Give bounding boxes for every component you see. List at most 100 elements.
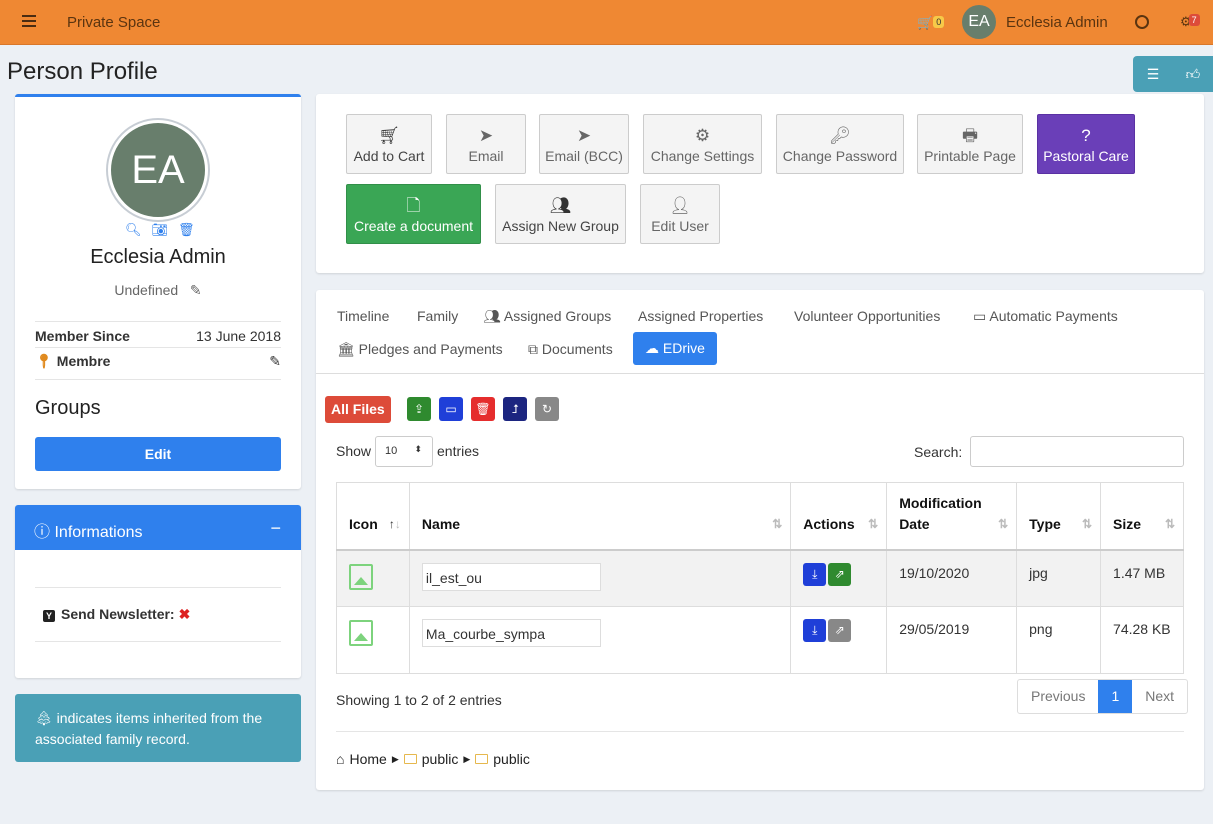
tab-documents-label: Documents (541, 341, 613, 357)
show-label: Show (336, 443, 372, 459)
create-document-button[interactable]: 🗋︎ Create a document (346, 184, 481, 244)
cross-icon: ✖ (178, 606, 191, 622)
new-folder-icon[interactable]: ▭ (439, 397, 463, 421)
notifications-button[interactable]: ⚙7 (1180, 14, 1203, 30)
tab-automatic-payments[interactable]: ▭ Automatic Payments (973, 308, 1118, 325)
pastoral-care-button[interactable]: ? Pastoral Care (1037, 114, 1135, 174)
copy-icon: ⧉ (528, 341, 538, 357)
collapse-icon[interactable]: − (270, 518, 281, 539)
tab-documents[interactable]: ⧉ Documents (528, 341, 613, 358)
all-files-button[interactable]: All Files (325, 396, 391, 423)
edit-groups-button[interactable]: Edit (35, 437, 281, 471)
file-type: png (1016, 605, 1102, 674)
classification: Undefined ✎ (15, 282, 301, 299)
tab-family[interactable]: Family (417, 308, 458, 324)
actions-card: 🛒︎ Add to Cart ➤ Email ➤ Email (BCC) ⚙ Chang… (316, 94, 1204, 273)
table-summary: Showing 1 to 2 of 2 entries (336, 692, 502, 708)
user-name-menu[interactable]: Ecclesia Admin (1006, 14, 1108, 31)
previous-button[interactable]: Previous (1018, 680, 1098, 713)
col-type[interactable]: Type ⇅ (1016, 482, 1102, 551)
col-icon[interactable]: Icon ↑↓ (336, 482, 410, 551)
top-navbar: Private Space 🛒 0 EA Ecclesia Admin ⚙7 (0, 0, 1213, 45)
page-size-select[interactable]: 10 ⬍ (375, 436, 433, 467)
col-modified[interactable]: Modification Date ⇅ (886, 482, 1018, 551)
col-size-label: Size (1113, 515, 1142, 532)
refresh-icon[interactable]: ↻ (535, 397, 559, 421)
zoom-photo-icon[interactable]: 🔍︎ (125, 222, 142, 238)
callout-text: indicates items inherited from the assoc… (35, 710, 263, 747)
share-icon[interactable]: ⇗ (828, 562, 852, 586)
edit-classification-icon[interactable]: ✎ (190, 282, 202, 298)
col-size[interactable]: Size ⇅ (1100, 482, 1184, 551)
assign-new-group-button[interactable]: 👥︎ Assign New Group (495, 184, 626, 244)
tab-timeline[interactable]: Timeline (337, 308, 389, 324)
change-password-button[interactable]: 🔑︎ Change Password (776, 114, 904, 174)
role-label: Membre (56, 353, 111, 369)
edit-user-button[interactable]: 👤︎ Edit User (640, 184, 720, 244)
brand-label[interactable]: Private Space (67, 14, 160, 31)
list-view-icon[interactable]: ☰ (1133, 56, 1173, 92)
member-since-value: 13 June 2018 (196, 328, 281, 344)
breadcrumb-home[interactable]: Home (349, 751, 386, 767)
credit-card-icon: ▭ (973, 308, 987, 324)
edit-role-icon[interactable]: ✎ (269, 353, 281, 370)
newsletter-row: Y Send Newsletter: ✖ (43, 606, 190, 623)
cart-button[interactable]: 🛒 0 (917, 15, 945, 31)
share-icon[interactable]: ⇗ (828, 618, 852, 642)
email-bcc-button[interactable]: ➤ Email (BCC) (539, 114, 629, 174)
trash-icon[interactable]: 🗑︎ (178, 222, 195, 238)
download-icon[interactable]: ⤓ (803, 618, 827, 642)
breadcrumb-folder-2[interactable]: public (493, 751, 530, 767)
camera-icon[interactable]: 📷︎ (152, 222, 169, 238)
folder-up-icon[interactable]: ⮥ (503, 397, 527, 421)
newsletter-y-icon: Y (43, 610, 55, 622)
print-icon: 🖶︎ (961, 126, 979, 145)
file-name-field[interactable]: Ma_courbe_sympa (421, 618, 601, 647)
menu-toggle-icon[interactable] (22, 15, 36, 27)
tab-assigned-groups-label: Assigned Groups (503, 308, 612, 324)
paper-plane-icon: ➤ (576, 126, 592, 145)
paper-plane-icon: ➤ (478, 126, 494, 145)
file-name-field[interactable]: il_est_ou (421, 562, 601, 591)
page-size-value: 10 (385, 445, 398, 457)
search-input[interactable] (970, 436, 1184, 467)
breadcrumb-folder-1[interactable]: public (422, 751, 459, 767)
change-settings-button[interactable]: ⚙ Change Settings (643, 114, 762, 174)
caret-right-icon: ▶ (391, 753, 399, 764)
tab-edrive[interactable]: ☁ EDrive (633, 332, 717, 365)
key-icon: 🔑︎ (829, 126, 851, 145)
informations-header[interactable]: ⓘ Informations − (15, 505, 301, 550)
entries-label: entries (437, 443, 480, 459)
printable-page-button[interactable]: 🖶︎ Printable Page (917, 114, 1023, 174)
next-button[interactable]: Next (1132, 680, 1187, 713)
tab-assigned-groups[interactable]: 👥︎ Assigned Groups (483, 308, 611, 325)
tab-pledges[interactable]: 🏛︎ Pledges and Payments (337, 341, 503, 358)
add-to-cart-button[interactable]: 🛒︎ Add to Cart (346, 114, 432, 174)
delete-trash-icon[interactable]: 🗑︎ (471, 397, 495, 421)
col-modified-label: Modification Date (899, 494, 982, 532)
users-icon: 👥︎ (483, 308, 501, 324)
image-file-icon[interactable] (349, 563, 373, 590)
member-since-label: Member Since (35, 328, 130, 344)
help-lifebuoy-icon[interactable] (1135, 15, 1149, 29)
image-file-icon[interactable] (349, 619, 373, 646)
user-avatar[interactable]: EA (962, 5, 996, 39)
cart-plus-icon: 🛒︎ (378, 126, 400, 145)
col-name[interactable]: Name ⇅ (408, 482, 792, 551)
cart-icon: 🛒 (917, 15, 934, 30)
col-name-label: Name (421, 515, 461, 532)
cloud-icon: ☁ (645, 340, 659, 356)
download-icon[interactable]: ⤓ (803, 562, 827, 586)
upload-cloud-icon[interactable]: ⇪ (407, 397, 431, 421)
page-1-button[interactable]: 1 (1098, 680, 1133, 713)
thumbs-up-icon[interactable]: 👍︎ (1173, 56, 1213, 92)
tab-assigned-properties[interactable]: Assigned Properties (638, 308, 763, 324)
map-pin-icon: 📍︎ (35, 353, 53, 369)
home-icon: ⌂ (336, 751, 345, 767)
sort-icon: ⇅ (772, 516, 783, 531)
tab-volunteer[interactable]: Volunteer Opportunities (794, 308, 940, 324)
email-button[interactable]: ➤ Email (446, 114, 526, 174)
col-actions[interactable]: Actions ⇅ (790, 482, 888, 551)
tab-pledges-label: Pledges and Payments (358, 341, 503, 357)
file-size: 74.28 KB (1100, 605, 1184, 674)
